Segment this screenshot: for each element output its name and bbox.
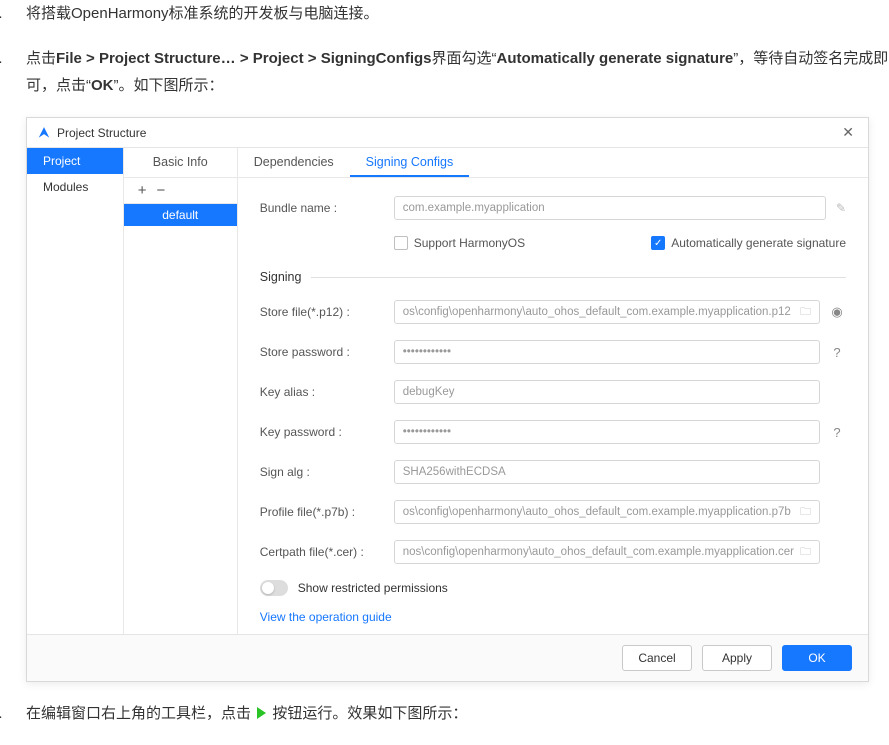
fingerprint-icon[interactable]: ◉	[828, 304, 846, 320]
edit-icon[interactable]: ✎	[836, 201, 846, 215]
store-password-input[interactable]: ••••••••••••	[394, 340, 820, 364]
step-3-pre: 在编辑窗口右上角的工具栏，点击	[26, 705, 255, 722]
cancel-button[interactable]: Cancel	[622, 645, 692, 671]
step-1: 1.将搭载OpenHarmony标准系统的开发板与电脑连接。	[0, 0, 889, 27]
dialog-footer: Cancel Apply OK	[27, 634, 868, 681]
step-2-ok: OK	[91, 77, 114, 94]
auto-generate-signature-label: Automatically generate signature	[671, 236, 846, 250]
signing-form: Bundle name : com.example.myapplication …	[238, 178, 868, 634]
tab-dependencies[interactable]: Dependencies	[238, 149, 350, 177]
left-nav-modules[interactable]: Modules	[27, 174, 123, 200]
step-3: 3.在编辑窗口右上角的工具栏，点击 按钮运行。效果如下图所示：	[0, 700, 889, 727]
support-harmonyos-label: Support HarmonyOS	[414, 236, 525, 250]
help-icon[interactable]: ?	[828, 425, 846, 440]
key-alias-label: Key alias :	[260, 385, 394, 399]
support-harmonyos-checkbox[interactable]: Support HarmonyOS	[394, 236, 525, 250]
restricted-permissions-label: Show restricted permissions	[298, 581, 448, 595]
step-2-pre: 点击	[26, 50, 56, 67]
close-icon[interactable]: ✕	[838, 124, 858, 141]
step-1-text: 将搭载OpenHarmony标准系统的开发板与电脑连接。	[26, 5, 379, 22]
run-icon	[257, 707, 266, 719]
profiles-list: + − default	[124, 178, 238, 634]
step-1-number: 1.	[8, 0, 26, 27]
checkbox-checked-icon: ✓	[651, 236, 665, 250]
step-2-mid3: ”。如下图所示：	[114, 77, 224, 94]
step-2-number: 2.	[8, 45, 26, 72]
dialog-title: Project Structure	[57, 126, 146, 140]
tab-basic-info[interactable]: Basic Info	[143, 149, 218, 177]
step-3-number: 3.	[8, 700, 26, 727]
step-2-menu-path: File > Project Structure… > Project > Si…	[56, 50, 432, 67]
left-nav-project[interactable]: Project	[27, 148, 123, 174]
store-file-label: Store file(*.p12) :	[260, 305, 394, 319]
ok-button[interactable]: OK	[782, 645, 852, 671]
tab-signing-configs[interactable]: Signing Configs	[350, 149, 470, 177]
bundle-name-label: Bundle name :	[260, 201, 394, 215]
key-password-input[interactable]: ••••••••••••	[394, 420, 820, 444]
key-password-label: Key password :	[260, 425, 394, 439]
cert-file-input[interactable]: nos\config\openharmony\auto_ohos_default…	[394, 540, 820, 564]
store-file-input[interactable]: os\config\openharmony\auto_ohos_default_…	[394, 300, 820, 324]
store-password-label: Store password :	[260, 345, 394, 359]
profile-item-default[interactable]: default	[124, 204, 237, 226]
bundle-name-input[interactable]: com.example.myapplication	[394, 196, 826, 220]
sign-alg-input[interactable]: SHA256withECDSA	[394, 460, 820, 484]
step-2: 2.点击File > Project Structure… > Project …	[0, 45, 889, 99]
checkbox-unchecked-icon	[394, 236, 408, 250]
divider	[311, 277, 846, 278]
add-profile-icon[interactable]: +	[138, 182, 147, 199]
cert-file-label: Certpath file(*.cer) :	[260, 545, 394, 559]
apply-button[interactable]: Apply	[702, 645, 772, 671]
step-3-post: 按钮运行。效果如下图所示：	[268, 705, 467, 722]
restricted-permissions-toggle[interactable]	[260, 580, 288, 596]
profile-file-input[interactable]: os\config\openharmony\auto_ohos_default_…	[394, 500, 820, 524]
app-icon	[37, 126, 51, 140]
left-nav: Project Modules	[27, 148, 124, 634]
auto-generate-signature-checkbox[interactable]: ✓ Automatically generate signature	[651, 236, 846, 250]
profile-file-label: Profile file(*.p7b) :	[260, 505, 394, 519]
signing-section-header: Signing	[260, 270, 302, 284]
step-2-autosign: Automatically generate signature	[497, 50, 734, 67]
operation-guide-link[interactable]: View the operation guide	[260, 610, 846, 624]
sign-alg-label: Sign alg :	[260, 465, 394, 479]
folder-icon[interactable]: 🗀	[800, 543, 811, 562]
folder-icon[interactable]: 🗀	[800, 303, 811, 322]
help-icon[interactable]: ?	[828, 345, 846, 360]
project-structure-dialog: Project Structure ✕ Project Modules Basi…	[26, 117, 869, 682]
folder-icon[interactable]: 🗀	[800, 503, 811, 522]
remove-profile-icon[interactable]: −	[157, 182, 166, 199]
dialog-titlebar: Project Structure ✕	[27, 118, 868, 148]
key-alias-input[interactable]: debugKey	[394, 380, 820, 404]
step-2-mid1: 界面勾选“	[432, 50, 497, 67]
